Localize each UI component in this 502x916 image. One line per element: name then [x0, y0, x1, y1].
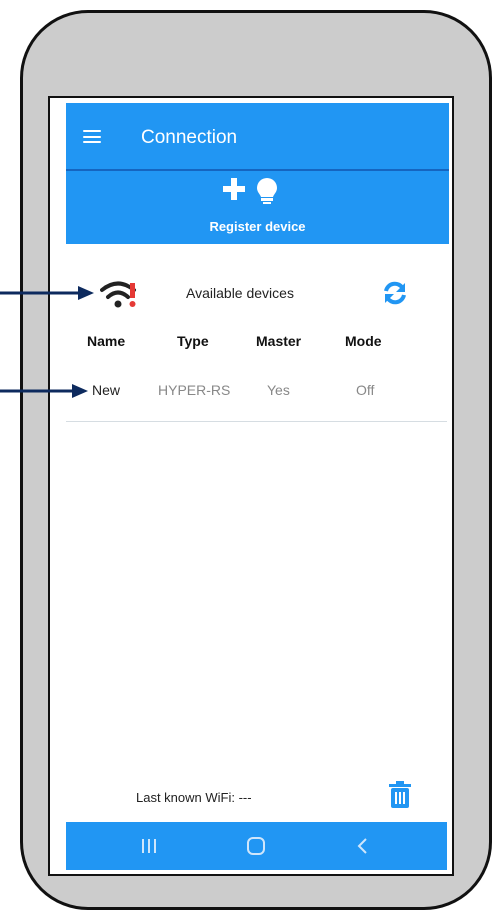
row-divider	[66, 421, 447, 422]
register-device-button[interactable]: Register device	[66, 171, 449, 244]
column-header-master: Master	[256, 333, 302, 349]
column-header-mode: Mode	[345, 333, 382, 349]
available-devices-heading: Available devices	[186, 285, 294, 301]
annotation-arrow-device	[0, 384, 88, 398]
register-device-label: Register device	[209, 219, 306, 234]
trash-icon[interactable]	[388, 780, 412, 810]
recent-apps-icon[interactable]	[134, 832, 164, 860]
refresh-icon[interactable]	[382, 280, 408, 306]
device-master: Yes	[267, 382, 290, 398]
back-icon[interactable]	[348, 832, 378, 860]
page-title: Connection	[141, 127, 238, 148]
hamburger-menu-icon[interactable]	[83, 130, 101, 143]
column-header-name: Name	[87, 333, 126, 349]
system-nav-bar	[66, 822, 447, 870]
home-icon[interactable]	[241, 832, 271, 860]
annotation-arrow-status	[0, 286, 94, 300]
lightbulb-icon	[257, 178, 277, 204]
last-known-wifi: Last known WiFi: ---	[136, 790, 252, 805]
device-type: HYPER-RS	[158, 382, 231, 398]
device-mode: Off	[356, 382, 375, 398]
plus-icon	[223, 178, 245, 200]
register-icons	[223, 178, 277, 204]
app-bar: Connection	[66, 103, 449, 171]
device-name: New	[92, 382, 121, 398]
column-header-type: Type	[177, 333, 209, 349]
wifi-warning-icon[interactable]	[100, 278, 140, 310]
